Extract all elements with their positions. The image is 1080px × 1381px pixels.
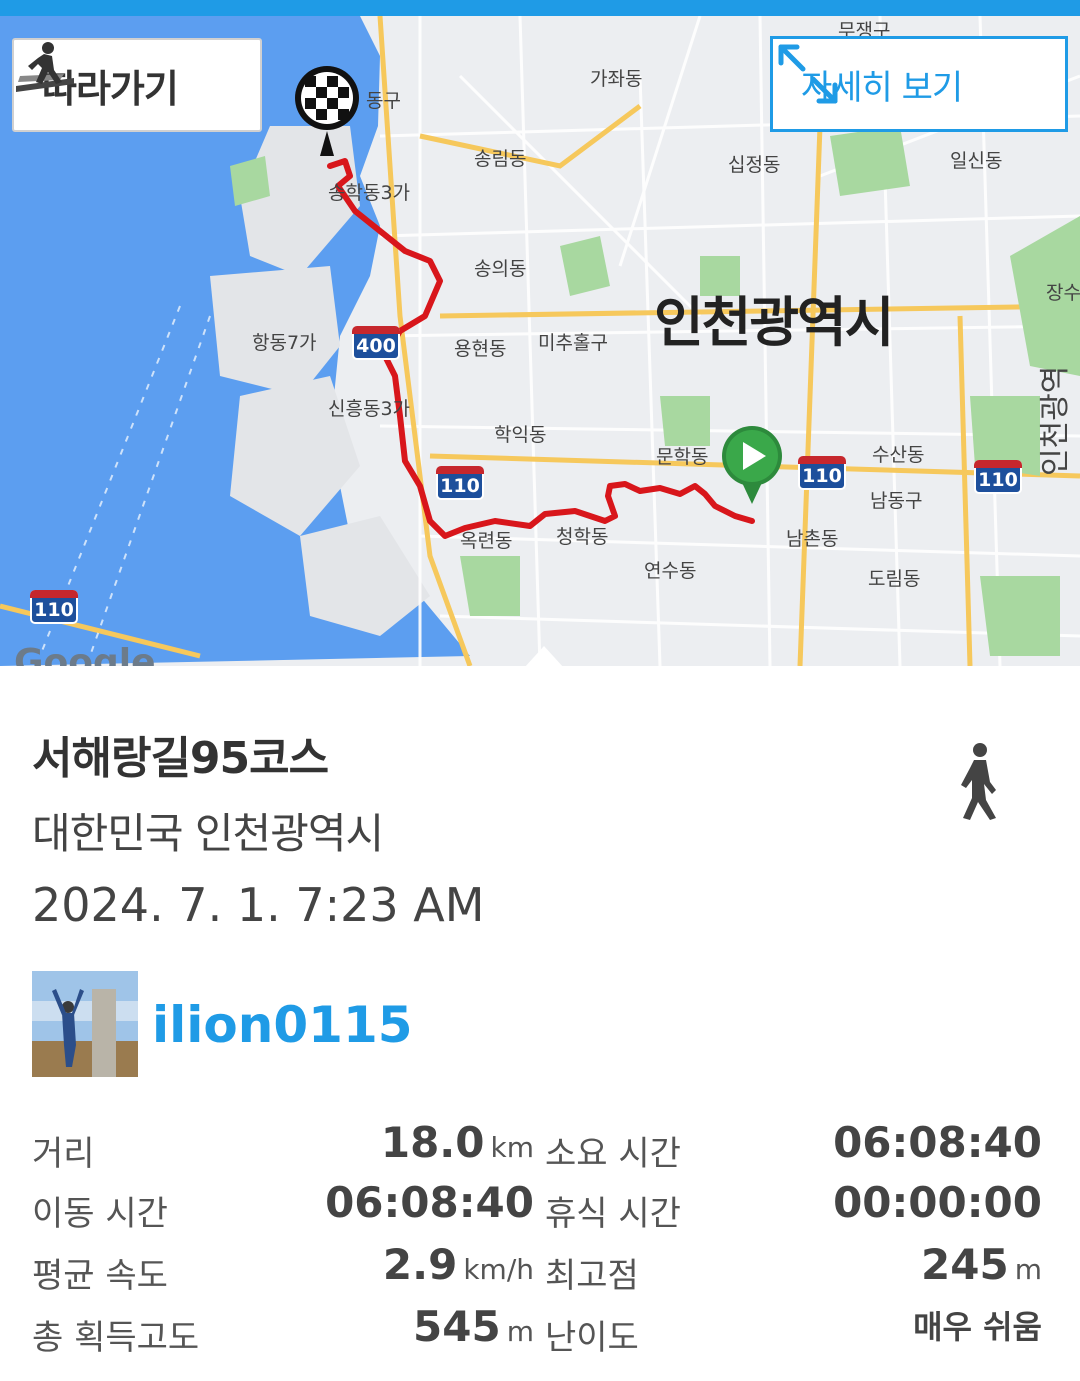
expand-arrows-icon xyxy=(778,44,838,104)
route-shield: 110 xyxy=(436,466,484,500)
stat-value: 00:00:00 xyxy=(833,1178,1042,1227)
course-datetime: 2024. 7. 1. 7:23 AM xyxy=(32,878,485,932)
stat-value: 18.0 km xyxy=(380,1118,534,1167)
stat-value: 545 m xyxy=(413,1302,534,1351)
avatar[interactable] xyxy=(32,971,138,1077)
stat-value: 06:08:40 xyxy=(833,1118,1042,1167)
username-link[interactable]: ilion0115 xyxy=(152,996,413,1054)
map-label: 문학동 xyxy=(656,446,709,468)
map-label: 십정동 xyxy=(728,154,781,176)
follow-button[interactable]: 따라가기 xyxy=(12,38,262,132)
map-pointer xyxy=(524,646,564,668)
route-shield: 400 xyxy=(352,326,400,360)
stat-label: 휴식 시간 xyxy=(545,1194,681,1234)
view-detail-button[interactable]: 자세히 보기 xyxy=(770,36,1068,132)
top-accent-bar xyxy=(0,0,1080,16)
route-shield: 110 xyxy=(798,456,846,490)
stat-label: 거리 xyxy=(32,1134,95,1174)
stat-row: 거리 18.0 km 소요 시간 06:08:40 xyxy=(0,1118,1080,1176)
map-label: 옥련동 xyxy=(460,530,513,552)
map-label: 수산동 xyxy=(872,444,925,466)
map-label: 장수 xyxy=(1046,282,1080,304)
stat-row: 이동 시간 06:08:40 휴식 시간 00:00:00 xyxy=(0,1178,1080,1236)
map-label: 송학동3가 xyxy=(328,182,411,204)
start-marker xyxy=(722,426,782,504)
stat-value: 2.9 km/h xyxy=(382,1240,534,1289)
stat-label: 평균 속도 xyxy=(32,1256,168,1296)
map-label: 남촌동 xyxy=(786,528,839,550)
map-label: 항동7가 xyxy=(252,332,317,354)
stat-label: 총 획득고도 xyxy=(32,1318,200,1358)
course-title: 서해랑길95코스 xyxy=(32,733,329,784)
stat-value: 06:08:40 xyxy=(325,1178,534,1227)
google-attribution: Google xyxy=(14,642,156,666)
stat-value: 245 m xyxy=(921,1240,1042,1289)
map-label: 연수동 xyxy=(644,560,697,582)
stat-row: 평균 속도 2.9 km/h 최고점 245 m xyxy=(0,1240,1080,1298)
stat-row: 총 획득고도 545 m 난이도 매우 쉬움 xyxy=(0,1302,1080,1360)
stat-label: 최고점 xyxy=(545,1256,639,1296)
stat-label: 난이도 xyxy=(545,1318,639,1358)
course-location: 대한민국 인천광역시 xyxy=(32,809,384,858)
hiker-follow-icon xyxy=(16,42,74,92)
stat-label: 이동 시간 xyxy=(32,1194,168,1234)
map-label: 동구 xyxy=(366,90,401,112)
stat-value: 매우 쉬움 xyxy=(913,1308,1042,1346)
map-label: 미추홀구 xyxy=(538,332,608,354)
map-label: 도림동 xyxy=(868,568,921,590)
stat-label: 소요 시간 xyxy=(545,1134,681,1174)
map-label: 학익동 xyxy=(494,424,547,446)
route-shield: 110 xyxy=(974,460,1022,494)
map-label: 용현동 xyxy=(454,338,507,360)
walking-person-icon xyxy=(961,743,996,820)
map-label: 인천광역 xyxy=(1038,365,1073,476)
map-label: 남동구 xyxy=(870,490,923,512)
map-label: 신흥동3가 xyxy=(328,398,411,420)
map-label: 가좌동 xyxy=(590,68,643,90)
route-shield: 110 xyxy=(30,590,78,624)
map-label: 송림동 xyxy=(474,148,527,170)
city-label: 인천광역시 xyxy=(654,291,894,354)
map-label: 청학동 xyxy=(556,526,609,548)
map-label: 일신동 xyxy=(950,150,1003,172)
route-map[interactable]: 무쟁구 가좌동 동구 송림동 십정동 일신동 송학동3가 송의동 장수 항동7가… xyxy=(0,16,1080,666)
map-label: 송의동 xyxy=(474,258,527,280)
